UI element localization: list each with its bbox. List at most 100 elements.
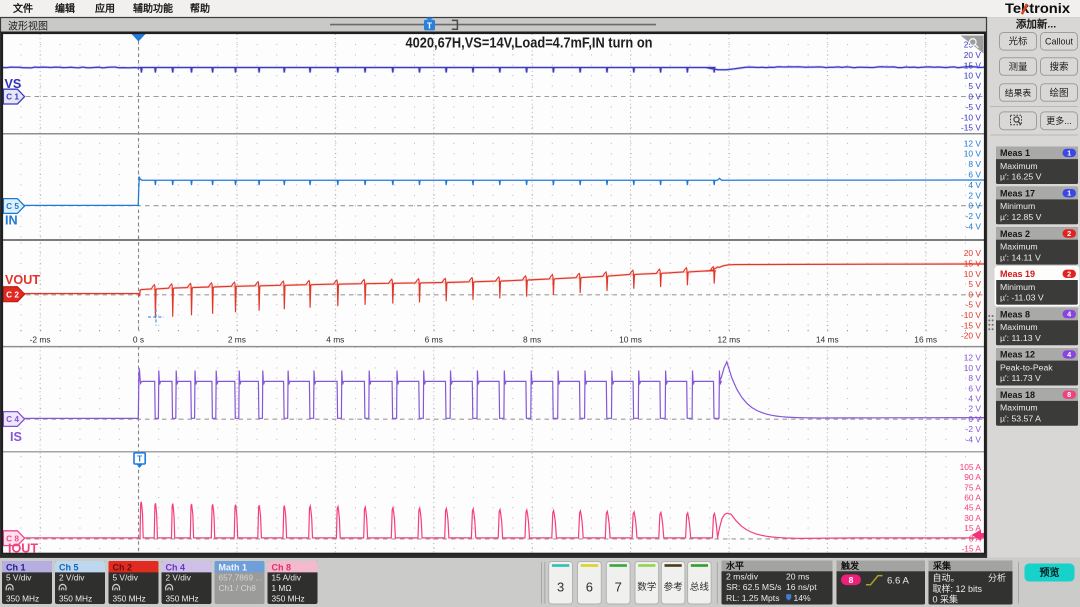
svg-text:Ch 2: Ch 2 — [113, 562, 133, 572]
svg-text:10 ms: 10 ms — [619, 335, 642, 345]
svg-text:IS: IS — [10, 430, 22, 444]
svg-text:更多...: 更多... — [1046, 115, 1072, 126]
svg-text:采集: 采集 — [932, 560, 952, 571]
svg-text:VOUT: VOUT — [5, 273, 40, 287]
svg-text:6.6 A: 6.6 A — [887, 576, 909, 587]
svg-text:T: T — [427, 21, 433, 31]
svg-text:搜索: 搜索 — [1049, 61, 1068, 73]
svg-text:8 V: 8 V — [968, 159, 981, 169]
svg-text:Maximum: Maximum — [1000, 403, 1038, 413]
svg-text:Minimum: Minimum — [1000, 282, 1035, 292]
svg-text:Ch 8: Ch 8 — [272, 562, 292, 572]
svg-text:-20 V: -20 V — [961, 331, 981, 341]
svg-text:波形视图: 波形视图 — [8, 20, 48, 33]
svg-text:µ′: 12.85 V: µ′: 12.85 V — [1000, 212, 1042, 222]
svg-text:105 A: 105 A — [960, 462, 982, 472]
svg-text:Tektronix: Tektronix — [1005, 1, 1070, 16]
svg-text:-15 V: -15 V — [961, 320, 981, 330]
svg-text:文件: 文件 — [13, 2, 33, 15]
svg-text:2 V/div: 2 V/div — [59, 573, 85, 583]
svg-text:自动。: 自动。 — [933, 572, 960, 583]
svg-text:C 2: C 2 — [6, 289, 19, 299]
svg-text:Meas 18: Meas 18 — [1000, 390, 1035, 400]
svg-text:350 MHz: 350 MHz — [166, 593, 199, 603]
svg-text:预览: 预览 — [1040, 566, 1060, 579]
svg-text:10 V: 10 V — [964, 269, 982, 279]
svg-text:2: 2 — [1067, 269, 1071, 278]
svg-text:7: 7 — [615, 580, 622, 595]
svg-text:Maximum: Maximum — [1000, 322, 1038, 332]
svg-text:-2 ms: -2 ms — [30, 335, 51, 345]
svg-text:Meas 19: Meas 19 — [1000, 269, 1035, 279]
svg-text:分析: 分析 — [988, 572, 1006, 583]
svg-text:-2 V: -2 V — [966, 211, 982, 221]
svg-text:测量: 测量 — [1008, 62, 1028, 73]
svg-text:10 V: 10 V — [964, 149, 982, 159]
svg-text:75 A: 75 A — [964, 482, 981, 492]
svg-text:-5 V: -5 V — [966, 102, 982, 112]
svg-text:帮助: 帮助 — [190, 2, 210, 15]
svg-text:RL: 1.25 Mpts: RL: 1.25 Mpts — [726, 593, 780, 603]
svg-text:Math 1: Math 1 — [219, 562, 248, 572]
svg-text:60 A: 60 A — [964, 493, 981, 503]
svg-text:辅助功能: 辅助功能 — [133, 2, 173, 15]
svg-text:350 MHz: 350 MHz — [59, 593, 92, 603]
svg-text:水平: 水平 — [726, 560, 744, 571]
svg-text:µ′: 11.73 V: µ′: 11.73 V — [1000, 373, 1041, 383]
svg-text:6: 6 — [586, 580, 593, 595]
svg-text:C 4: C 4 — [6, 414, 19, 424]
svg-text:Ch1 / Ch8: Ch1 / Ch8 — [219, 583, 257, 593]
svg-text:20 V: 20 V — [964, 50, 982, 60]
svg-text:光标: 光标 — [1008, 36, 1028, 48]
svg-text:µ′: 14.11 V: µ′: 14.11 V — [1000, 252, 1041, 262]
svg-text:15 A/div: 15 A/div — [272, 573, 302, 583]
svg-text:12 V: 12 V — [964, 353, 982, 363]
svg-text:350 MHz: 350 MHz — [272, 593, 305, 603]
svg-text:-5 V: -5 V — [966, 300, 982, 310]
svg-text:添加新...: 添加新... — [1016, 18, 1056, 31]
svg-text:-15 A: -15 A — [961, 544, 981, 554]
svg-text:-2 V: -2 V — [966, 424, 982, 434]
svg-text:15 V: 15 V — [964, 60, 982, 70]
svg-text:C 5: C 5 — [6, 201, 19, 211]
svg-text:0 V: 0 V — [968, 201, 981, 211]
svg-text:Peak-to-Peak: Peak-to-Peak — [1000, 362, 1053, 372]
svg-text:-10 V: -10 V — [961, 310, 981, 320]
svg-text:1: 1 — [1067, 189, 1071, 198]
svg-text:Meas 17: Meas 17 — [1000, 189, 1035, 199]
svg-text:Meas 8: Meas 8 — [1000, 309, 1030, 319]
svg-text:10 V: 10 V — [964, 71, 982, 81]
svg-text:6 ms: 6 ms — [425, 335, 443, 345]
svg-text:0 采集: 0 采集 — [933, 594, 959, 605]
svg-text:应用: 应用 — [95, 2, 115, 15]
svg-text:10 V: 10 V — [964, 363, 982, 373]
svg-text:0 s: 0 s — [133, 335, 144, 345]
svg-text:2 ms: 2 ms — [228, 335, 246, 345]
svg-text:6 V: 6 V — [968, 170, 981, 180]
svg-text:2 V/div: 2 V/div — [166, 573, 192, 583]
svg-text:6 V: 6 V — [968, 383, 981, 393]
svg-text:µ′: 53.57 A: µ′: 53.57 A — [1000, 414, 1041, 424]
svg-text:Maximum: Maximum — [1000, 161, 1038, 171]
svg-text:-4 V: -4 V — [966, 222, 982, 232]
svg-text:数学: 数学 — [637, 581, 657, 593]
svg-text:4 V: 4 V — [968, 180, 981, 190]
svg-text:Meas 2: Meas 2 — [1000, 229, 1030, 239]
svg-text:Meas 1: Meas 1 — [1000, 148, 1030, 158]
svg-text:IN: IN — [5, 214, 18, 228]
svg-text:参考: 参考 — [664, 581, 683, 593]
svg-text:16 ms: 16 ms — [914, 335, 937, 345]
svg-text:-15 V: -15 V — [961, 123, 981, 133]
svg-text:12 ms: 12 ms — [717, 335, 740, 345]
svg-text:Maximum: Maximum — [1000, 242, 1038, 252]
svg-text:45 A: 45 A — [964, 503, 981, 513]
svg-text:5 V: 5 V — [968, 279, 981, 289]
svg-text:Ch 1: Ch 1 — [6, 562, 26, 572]
svg-text:µ′: -11.03 V: µ′: -11.03 V — [1000, 293, 1044, 303]
svg-text:0 V: 0 V — [968, 414, 981, 424]
svg-text:30 A: 30 A — [964, 513, 981, 523]
svg-text:绘图: 绘图 — [1049, 87, 1068, 99]
svg-text:1 MΩ: 1 MΩ — [272, 583, 292, 593]
svg-text:90 A: 90 A — [964, 472, 981, 482]
svg-text:2 V: 2 V — [968, 190, 981, 200]
